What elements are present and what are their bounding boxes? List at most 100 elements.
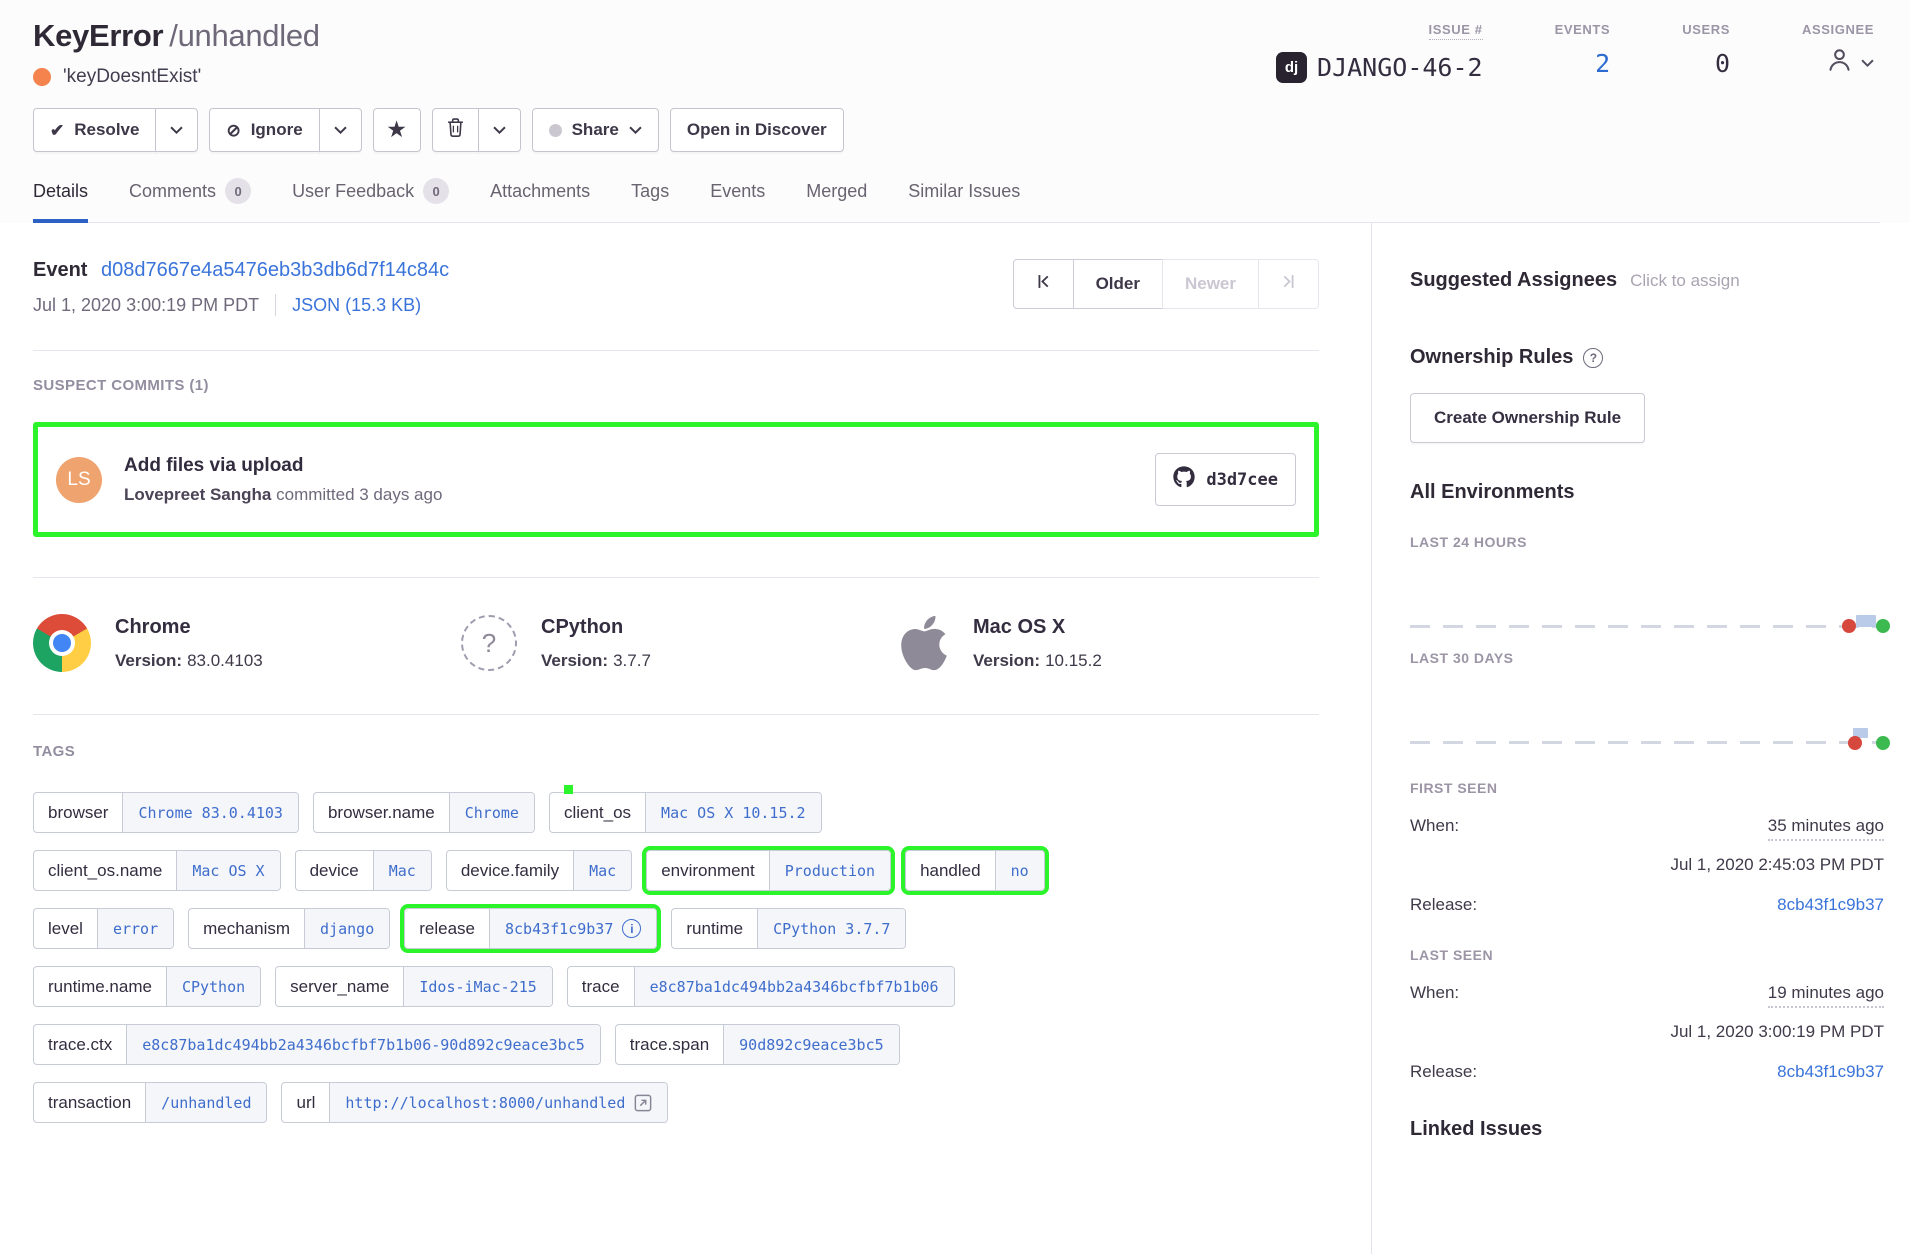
tag-pill-trace.span: trace.span90d892c9eace3bc5 (615, 1024, 900, 1065)
open-in-discover-button[interactable]: Open in Discover (670, 108, 844, 152)
tab-events[interactable]: Events (710, 178, 765, 223)
tags-heading: TAGS (33, 743, 1319, 760)
tags-section: TAGS browserChrome 83.0.4103browser.name… (33, 715, 1319, 1180)
tag-value-link[interactable]: Chrome 83.0.4103 (122, 793, 298, 832)
tag-value-link[interactable]: Mac (373, 851, 431, 890)
commit-message: Add files via upload (124, 455, 442, 477)
last-30-days-sparkline (1410, 670, 1884, 752)
last-seen-release-link[interactable]: 8cb43f1c9b37 (1777, 1062, 1884, 1082)
django-project-icon: dj (1276, 52, 1307, 83)
tab-attachments[interactable]: Attachments (490, 178, 590, 223)
tag-key: url (282, 1083, 329, 1122)
tag-value-link[interactable]: error (97, 909, 173, 948)
share-status-dot (549, 124, 562, 137)
tag-key: mechanism (189, 909, 304, 948)
tag-key: client_os (550, 793, 645, 832)
tag-value-link[interactable]: CPython (166, 967, 260, 1006)
all-environments-heading: All Environments (1410, 481, 1884, 504)
tab-details[interactable]: Details (33, 178, 88, 223)
tag-value-link[interactable]: CPython 3.7.7 (757, 909, 905, 948)
tag-value-link[interactable]: django (304, 909, 389, 948)
resolve-button[interactable]: ✔ Resolve (33, 108, 156, 152)
stat-assignee: ASSIGNEE (1802, 22, 1874, 83)
delete-button[interactable] (432, 108, 479, 152)
event-json-link[interactable]: JSON (15.3 KB) (292, 295, 421, 316)
last-24-hours-label: LAST 24 HOURS (1410, 534, 1884, 550)
first-seen-release-link[interactable]: 8cb43f1c9b37 (1777, 895, 1884, 915)
tab-tags[interactable]: Tags (631, 178, 669, 223)
tag-value-link[interactable]: /unhandled (145, 1083, 266, 1122)
resolve-dropdown-button[interactable] (155, 108, 198, 152)
mute-icon: ⊘ (226, 122, 240, 139)
issue-stats: ISSUE # dj DJANGO-46-2 EVENTS 2 USERS 0 … (1276, 18, 1874, 83)
assignee-dropdown[interactable] (1825, 45, 1874, 81)
tag-key: transaction (34, 1083, 145, 1122)
tab-merged[interactable]: Merged (806, 178, 867, 223)
info-icon[interactable]: i (622, 919, 641, 938)
tag-row: transaction/unhandled urlhttp://localhost… (33, 1082, 1319, 1123)
sparkline-baseline (1410, 741, 1882, 744)
tab-count-badge: 0 (225, 178, 251, 204)
tag-value-link[interactable]: e8c87ba1dc494bb2a4346bcfbf7b1b06 (634, 967, 954, 1006)
tag-pill-server_name: server_nameIdos-iMac-215 (275, 966, 553, 1007)
events-count-link[interactable]: 2 (1595, 49, 1610, 78)
tag-row: client_os.nameMac OS XdeviceMacdevice.fa… (33, 850, 1319, 891)
event-id-link[interactable]: d08d7667e4a5476eb3b3db6d7f14c84c (101, 259, 449, 281)
issue-culprit: 'keyDoesntExist' (33, 66, 320, 88)
tag-key: trace (568, 967, 634, 1006)
tag-value-link[interactable]: Mac (573, 851, 631, 890)
tag-value-link[interactable]: Chrome (449, 793, 534, 832)
tag-rows: browserChrome 83.0.4103browser.nameChrom… (33, 792, 1319, 1123)
external-link-icon[interactable] (634, 1094, 652, 1112)
oldest-event-button[interactable] (1013, 259, 1074, 309)
help-question-icon[interactable]: ? (1583, 348, 1603, 368)
create-ownership-rule-button[interactable]: Create Ownership Rule (1410, 393, 1645, 443)
tag-pill-handled: handledno (905, 850, 1045, 891)
tag-row: runtime.nameCPython server_nameIdos-iMac-… (33, 966, 1319, 1007)
tag-value-link[interactable]: 90d892c9eace3bc5 (723, 1025, 899, 1064)
event-label: Event (33, 259, 87, 281)
ignore-button[interactable]: ⊘ Ignore (209, 108, 319, 152)
tag-value-link[interactable]: e8c87ba1dc494bb2a4346bcfbf7b1b06-90d892c… (126, 1025, 600, 1064)
tag-pill-mechanism: mechanismdjango (188, 908, 390, 949)
tag-pill-runtime.name: runtime.nameCPython (33, 966, 261, 1007)
suspect-commits-section: SUSPECT COMMITS (1) LS Add files via upl… (33, 351, 1319, 578)
ignore-dropdown-button[interactable] (319, 108, 362, 152)
tag-value-link[interactable]: Production (769, 851, 890, 890)
tab-comments[interactable]: Comments0 (129, 178, 251, 223)
action-toolbar: ✔ Resolve ⊘ Ignore ★ (33, 108, 1880, 152)
tab-label: User Feedback (292, 181, 414, 202)
tag-value-link[interactable]: Idos-iMac-215 (403, 967, 551, 1006)
bookmark-star-button[interactable]: ★ (373, 108, 421, 152)
last-30-days-label: LAST 30 DAYS (1410, 650, 1884, 666)
linked-issues-heading: Linked Issues (1410, 1118, 1884, 1141)
tag-value-link[interactable]: no (995, 851, 1044, 890)
older-event-button[interactable]: Older (1073, 259, 1163, 309)
checkmark-icon: ✔ (50, 122, 64, 139)
ownership-rules-heading: Ownership Rules (1410, 346, 1573, 369)
newest-event-button[interactable] (1258, 259, 1319, 309)
tab-label: Merged (806, 181, 867, 202)
delete-dropdown-button[interactable] (478, 108, 521, 152)
trash-icon (447, 118, 464, 142)
share-button[interactable]: Share (532, 108, 659, 152)
tag-value-link[interactable]: http://localhost:8000/unhandled (329, 1083, 667, 1122)
suggested-assignees-heading: Suggested Assignees (1410, 269, 1617, 292)
tag-value-link[interactable]: 8cb43f1c9b37i (489, 909, 656, 948)
first-seen-absolute: Jul 1, 2020 2:45:03 PM PDT (1410, 855, 1884, 875)
assignee-label: ASSIGNEE (1802, 22, 1874, 37)
commit-sha-button[interactable]: d3d7cee (1155, 453, 1296, 506)
issue-sidebar: Suggested Assignees Click to assign Owne… (1372, 223, 1910, 1254)
chevron-down-icon (493, 126, 506, 135)
last-seen-absolute: Jul 1, 2020 3:00:19 PM PDT (1410, 1022, 1884, 1042)
tab-label: Tags (631, 181, 669, 202)
suspect-commit-card-highlighted: LS Add files via upload Lovepreet Sangha… (33, 422, 1319, 537)
context-version: 3.7.7 (613, 651, 651, 670)
tab-similar-issues[interactable]: Similar Issues (908, 178, 1020, 223)
tag-key: environment (647, 851, 769, 890)
tab-user-feedback[interactable]: User Feedback0 (292, 178, 449, 223)
newer-event-button[interactable]: Newer (1162, 259, 1259, 309)
tag-value-link[interactable]: Mac OS X 10.15.2 (645, 793, 821, 832)
divider (275, 294, 276, 316)
tag-value-link[interactable]: Mac OS X (176, 851, 279, 890)
